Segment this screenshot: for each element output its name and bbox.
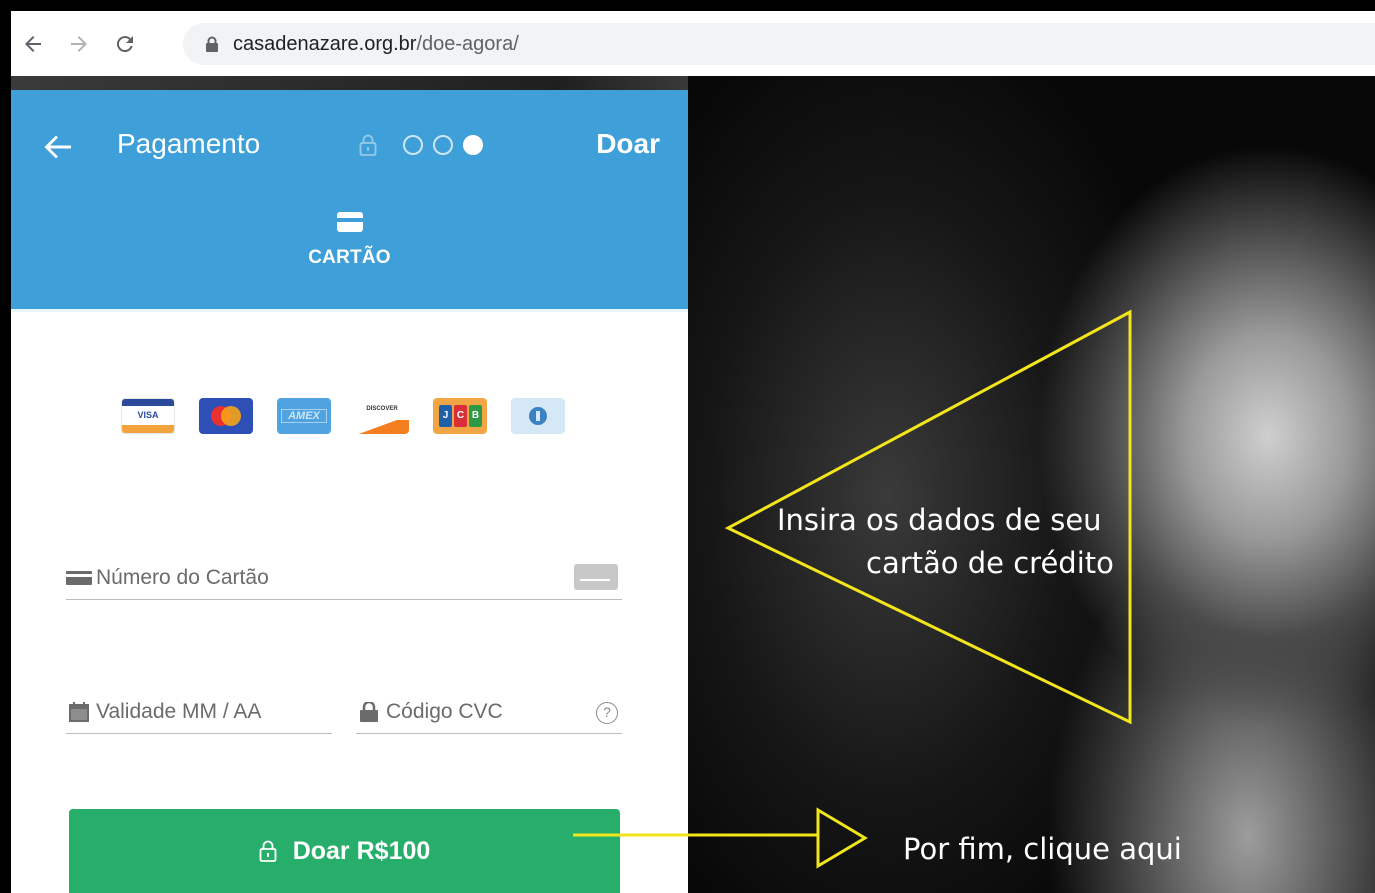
browser-toolbar: casadenazare.org.br/doe-agora/ [11,11,1375,76]
card-placeholder-icon [574,564,618,590]
back-icon[interactable] [15,26,51,62]
card-icon [66,570,92,585]
jcb-icon: J C B [433,398,487,434]
annotation-text-2: cartão de crédito [866,546,1114,580]
url-host: casadenazare.org.br [233,32,417,55]
cvc-field[interactable]: Código CVC ? [356,690,622,734]
step-indicator [359,134,483,156]
visa-icon: VISA [121,398,175,434]
calendar-icon [69,701,89,722]
mastercard-icon [199,398,253,434]
credit-card-icon [336,212,363,232]
panel-header: Pagamento Doar CARTÃO [11,90,688,312]
diners-icon [511,398,565,434]
card-number-field[interactable]: Número do Cartão [66,556,622,600]
amex-icon: AMEX [277,398,331,434]
step-dot [403,135,423,155]
expiry-placeholder: Validade MM / AA [96,699,262,723]
help-icon[interactable]: ? [596,702,618,724]
card-brands: VISA AMEX DISCOVER J C B [121,398,565,434]
lock-icon [359,134,377,156]
reload-icon[interactable] [107,26,143,62]
donate-link[interactable]: Doar [596,128,660,160]
tab-card-label: CARTÃO [308,247,391,268]
donation-panel: Pagamento Doar CARTÃO VISA AMEX DISCOVER [11,90,688,893]
padlock-icon [360,701,378,722]
donate-button[interactable]: Doar R$100 [69,809,620,893]
outer-frame-top [0,0,1375,11]
annotation-text-1: Insira os dados de seu [777,503,1102,537]
tab-card[interactable]: CARTÃO [11,212,688,269]
step-dot-active [463,135,483,155]
annotation-text-3: Por fim, clique aqui [903,832,1182,866]
outer-frame-left [0,0,11,893]
step-dot [433,135,453,155]
lock-icon [259,840,277,862]
url-path: /doe-agora/ [416,32,519,55]
page-title: Pagamento [117,128,261,159]
expiry-field[interactable]: Validade MM / AA [66,690,332,734]
donate-button-label: Doar R$100 [292,836,431,865]
cvc-placeholder: Código CVC [386,699,503,723]
back-arrow-icon[interactable] [41,130,75,164]
background-photo [688,76,1375,893]
card-number-placeholder: Número do Cartão [96,565,269,589]
address-bar[interactable]: casadenazare.org.br/doe-agora/ [183,23,1375,65]
discover-icon: DISCOVER [355,398,409,434]
lock-icon [206,36,218,52]
forward-icon[interactable] [61,26,97,62]
